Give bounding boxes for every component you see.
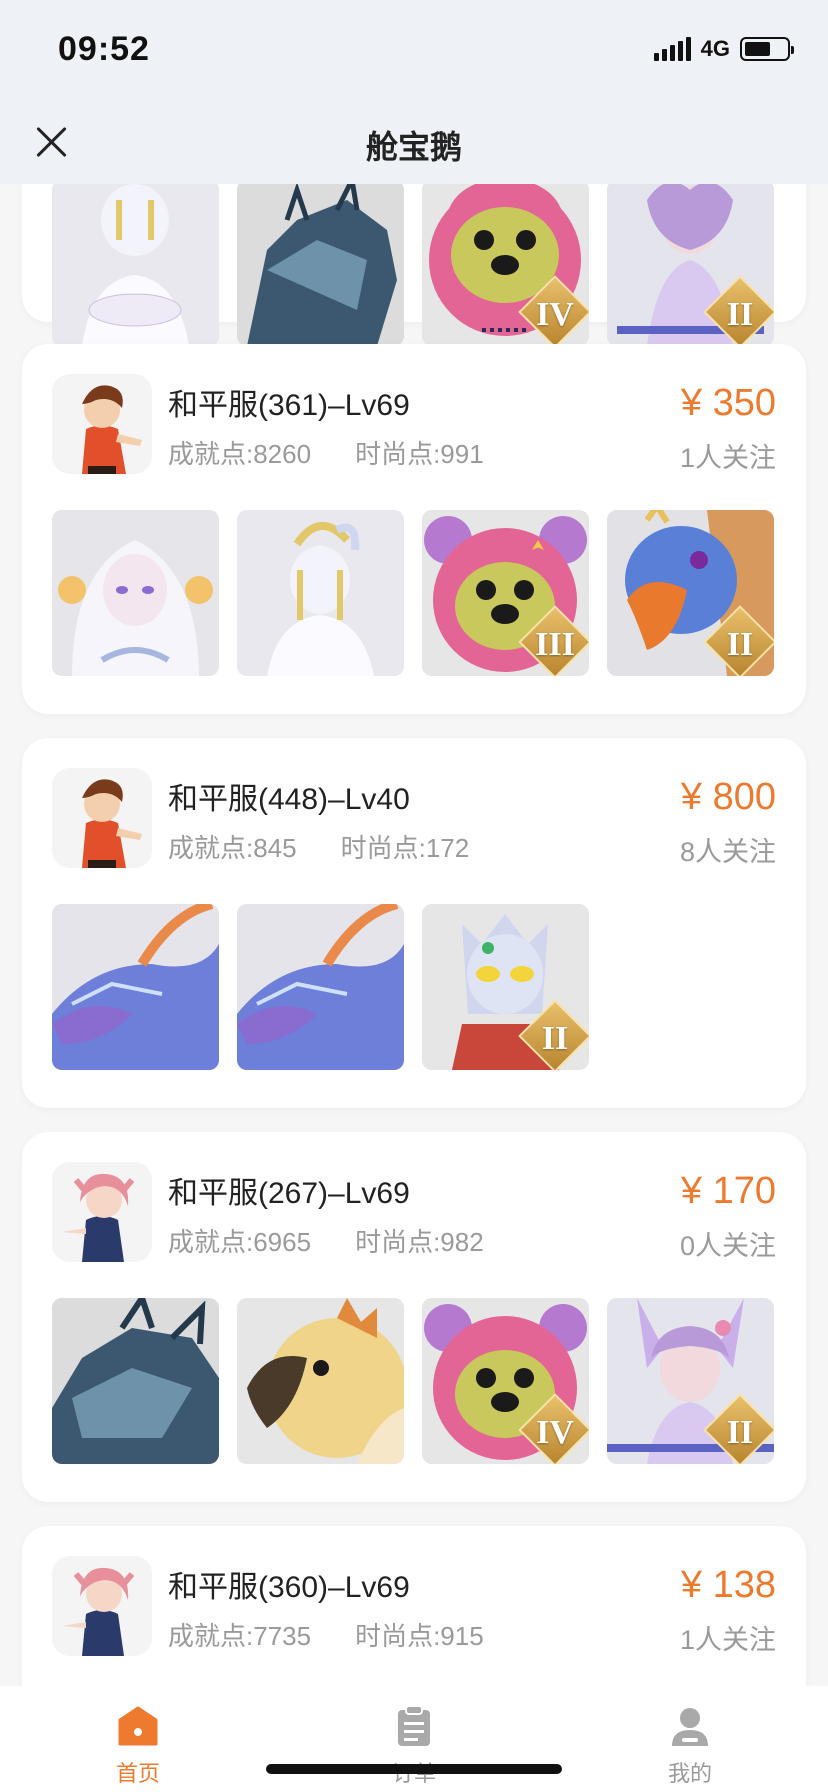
avatar (52, 374, 152, 474)
item-thumbnail[interactable] (52, 1298, 219, 1464)
nav-bar: 舱宝鹅 (0, 100, 828, 184)
rank-label: II (726, 626, 754, 663)
item-thumbnail[interactable]: IV (422, 180, 589, 346)
follower-count: 0人关注 (679, 1231, 776, 1261)
listing-list: IV II 和平服(361)–Lv69 成就点:8260 时尚点:991 ¥ 3… (0, 0, 828, 1792)
item-thumbnail[interactable] (237, 1298, 404, 1464)
listing-header: 和平服(360)–Lv69 成就点:7735 时尚点:915 ¥ 138 1人关… (52, 1556, 776, 1656)
white-fairy-girl-icon (52, 510, 219, 676)
item-thumbnail[interactable] (52, 180, 219, 346)
stats-row: 成就点:7735 时尚点:915 (168, 1616, 484, 1653)
battery-level (745, 42, 770, 56)
dark-dragon-icon (52, 1298, 219, 1464)
rank-label: IV (536, 1414, 574, 1451)
blue-dragon-icon (237, 904, 404, 1070)
fashion-points: 时尚点:991 (355, 439, 484, 469)
thumbnail-row: II (52, 904, 589, 1070)
achievement-points: 成就点:845 (168, 833, 297, 863)
girl-avatar-icon (52, 1556, 152, 1656)
thumbnail-row: III II (52, 510, 774, 676)
listing-header: 和平服(267)–Lv69 成就点:6965 时尚点:982 ¥ 170 0人关… (52, 1162, 776, 1262)
achievement-points: 成就点:6965 (168, 1227, 312, 1257)
stats-row: 成就点:845 时尚点:172 (168, 828, 469, 865)
boy-avatar-icon (52, 374, 152, 474)
item-thumbnail[interactable] (237, 510, 404, 676)
blue-dragon-icon (52, 904, 219, 1070)
order-icon (398, 1705, 430, 1746)
girl-avatar-icon (52, 1162, 152, 1262)
thumbnail-row: IV II (52, 180, 774, 346)
listing-card[interactable]: 和平服(267)–Lv69 成就点:6965 时尚点:982 ¥ 170 0人关… (22, 1132, 806, 1502)
achievement-points: 成就点:7735 (168, 1621, 312, 1651)
item-thumbnail[interactable]: IV (422, 1298, 589, 1464)
golden-parrot-icon (237, 1298, 404, 1464)
listing-card[interactable]: 和平服(448)–Lv40 成就点:845 时尚点:172 ¥ 800 8人关注 (22, 738, 806, 1108)
rank-label: II (726, 1414, 754, 1451)
page-title: 舱宝鹅 (365, 129, 462, 165)
item-thumbnail[interactable]: II (607, 510, 774, 676)
price: ¥ 138 (680, 1564, 776, 1606)
server-name: 和平服(361)–Lv69 (168, 389, 410, 422)
status-indicators: 4G (653, 36, 794, 62)
server-name: 和平服(267)–Lv69 (168, 1177, 410, 1210)
item-thumbnail[interactable] (52, 510, 219, 676)
rank-label: III (535, 626, 575, 663)
server-name: 和平服(360)–Lv69 (168, 1571, 410, 1604)
item-thumbnail[interactable]: II (422, 904, 589, 1070)
tab-home[interactable]: 首页 (0, 1686, 276, 1792)
fashion-points: 时尚点:172 (340, 833, 470, 863)
item-thumbnail[interactable] (237, 180, 404, 346)
listing-header: 和平服(448)–Lv40 成就点:845 时尚点:172 ¥ 800 8人关注 (52, 768, 776, 868)
price: ¥ 800 (680, 776, 776, 818)
tab-orders[interactable]: 订单 (276, 1686, 552, 1792)
avatar (52, 768, 152, 868)
white-fairy-outfit-icon (52, 180, 219, 346)
dark-dragon-icon (237, 180, 404, 346)
avatar (52, 1556, 152, 1656)
network-label: 4G (700, 36, 730, 61)
thumbnail-row: IV II (52, 1298, 774, 1464)
battery-icon (740, 37, 794, 61)
tab-label: 我的 (667, 1761, 712, 1786)
rank-label: II (726, 296, 754, 333)
achievement-points: 成就点:8260 (168, 439, 312, 469)
item-thumbnail[interactable]: II (607, 180, 774, 346)
status-time: 09:52 (58, 30, 150, 68)
tab-bar: 首页 订单 我的 (0, 1686, 828, 1792)
boy-avatar-icon (52, 768, 152, 868)
fashion-points: 时尚点:915 (355, 1621, 484, 1651)
avatar (52, 1162, 152, 1262)
stats-row: 成就点:6965 时尚点:982 (168, 1222, 484, 1259)
tab-label: 首页 (115, 1761, 160, 1786)
price: ¥ 350 (680, 382, 776, 424)
rank-label: IV (536, 296, 574, 333)
rank-label: II (541, 1020, 569, 1057)
listing-card[interactable]: 和平服(361)–Lv69 成就点:8260 时尚点:991 ¥ 350 1人关… (22, 344, 806, 714)
fashion-points: 时尚点:982 (355, 1227, 484, 1257)
tab-profile[interactable]: 我的 (552, 1686, 828, 1792)
price: ¥ 170 (680, 1170, 776, 1212)
signal-icon (653, 37, 691, 61)
stats-row: 成就点:8260 时尚点:991 (168, 434, 484, 471)
item-thumbnail[interactable]: II (607, 1298, 774, 1464)
item-thumbnail[interactable] (237, 904, 404, 1070)
listing-header: 和平服(361)–Lv69 成就点:8260 时尚点:991 ¥ 350 1人关… (52, 374, 776, 474)
follower-count: 1人关注 (679, 443, 776, 473)
home-indicator[interactable] (266, 1764, 562, 1774)
status-bar: 09:52 4G (0, 0, 828, 100)
white-fairy-outfit-icon (237, 510, 404, 676)
home-icon (118, 1706, 158, 1746)
server-name: 和平服(448)–Lv40 (168, 783, 410, 816)
item-thumbnail[interactable] (52, 904, 219, 1070)
profile-icon (672, 1708, 708, 1746)
follower-count: 8人关注 (679, 837, 776, 867)
follower-count: 1人关注 (679, 1625, 776, 1655)
item-thumbnail[interactable]: III (422, 510, 589, 676)
